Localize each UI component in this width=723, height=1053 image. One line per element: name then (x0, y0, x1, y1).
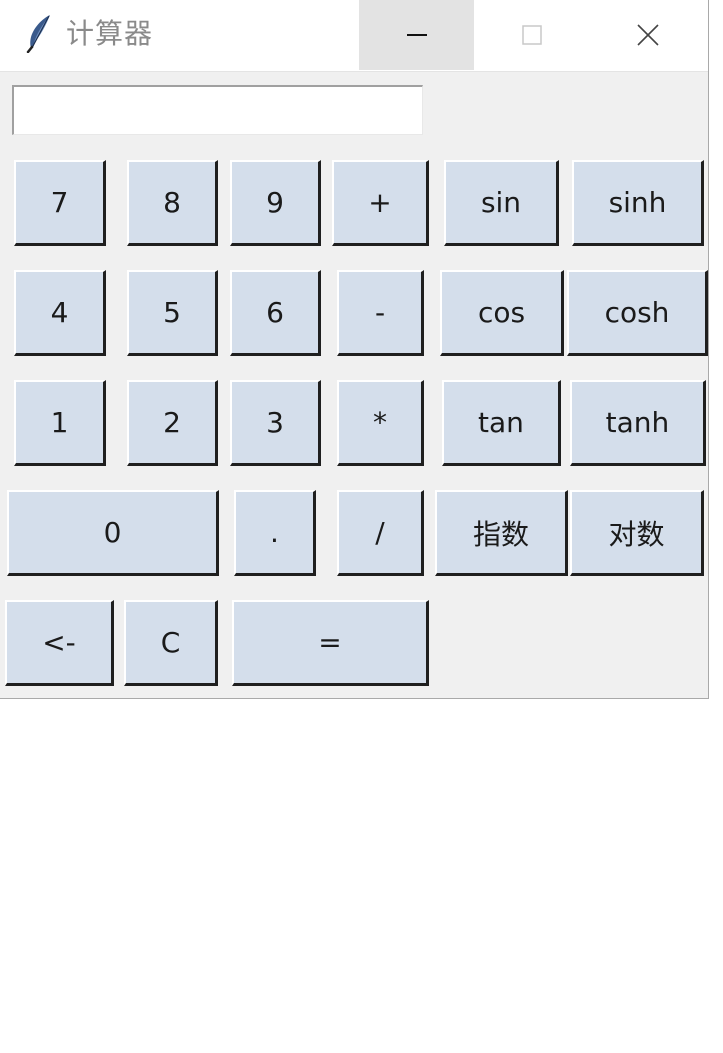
backspace-button[interactable]: <- (5, 600, 114, 686)
digit-8-button[interactable]: 8 (127, 160, 218, 246)
maximize-button[interactable] (474, 0, 589, 70)
sin-button[interactable]: sin (444, 160, 559, 246)
cosh-button[interactable]: cosh (567, 270, 708, 356)
decimal-point-button[interactable]: . (234, 490, 316, 576)
digit-9-button[interactable]: 9 (230, 160, 321, 246)
close-icon (636, 24, 659, 46)
digit-7-button[interactable]: 7 (14, 160, 106, 246)
tan-button[interactable]: tan (442, 380, 561, 466)
digit-0-button[interactable]: 0 (7, 490, 219, 576)
multiply-button[interactable]: * (337, 380, 424, 466)
logarithm-button[interactable]: 对数 (570, 490, 704, 576)
calculator-window: 计算器 7 8 9 + sin sinh 4 5 6 - cos cosh 1 … (0, 0, 709, 699)
title-bar[interactable]: 计算器 (0, 0, 708, 72)
clear-button[interactable]: C (124, 600, 218, 686)
minimize-button[interactable] (359, 0, 474, 70)
digit-1-button[interactable]: 1 (14, 380, 106, 466)
maximize-icon (521, 25, 542, 45)
digit-6-button[interactable]: 6 (230, 270, 321, 356)
tanh-button[interactable]: tanh (570, 380, 706, 466)
minus-button[interactable]: - (337, 270, 424, 356)
digit-5-button[interactable]: 5 (127, 270, 218, 356)
cos-button[interactable]: cos (440, 270, 564, 356)
digit-3-button[interactable]: 3 (230, 380, 321, 466)
window-title: 计算器 (66, 17, 154, 50)
close-button[interactable] (590, 0, 705, 70)
exponent-button[interactable]: 指数 (435, 490, 568, 576)
digit-2-button[interactable]: 2 (127, 380, 218, 466)
minimize-icon (406, 34, 427, 36)
equals-button[interactable]: = (232, 600, 429, 686)
feather-icon (26, 15, 50, 53)
sinh-button[interactable]: sinh (572, 160, 704, 246)
digit-4-button[interactable]: 4 (14, 270, 106, 356)
display-input[interactable] (12, 85, 423, 135)
plus-button[interactable]: + (332, 160, 429, 246)
divide-button[interactable]: / (337, 490, 424, 576)
